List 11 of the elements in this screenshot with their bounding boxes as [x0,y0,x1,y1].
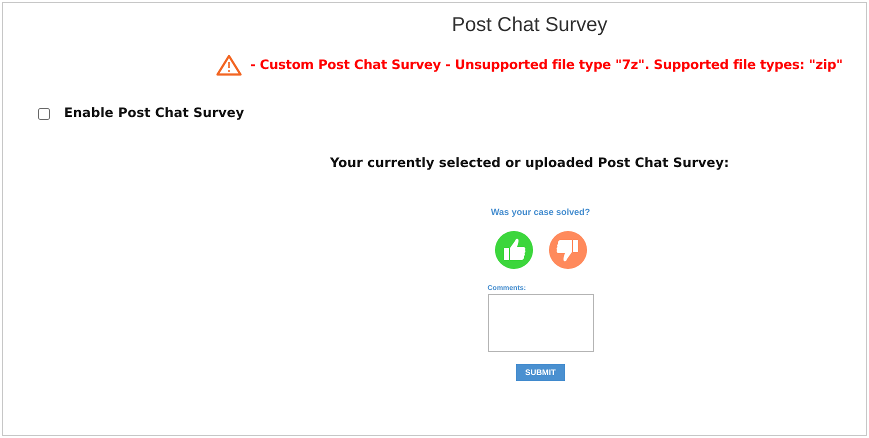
survey-question: Was your case solved? [490,207,590,217]
thumbs-down-icon[interactable] [548,231,586,269]
enable-label: Enable Post Chat Survey [64,106,244,121]
enable-checkbox[interactable] [38,108,50,120]
warning-icon [216,54,242,76]
section-heading: Your currently selected or uploaded Post Chat Survey: [330,156,730,171]
submit-button[interactable]: SUBMIT [516,364,565,381]
thumbs-up-icon[interactable] [494,231,532,269]
error-message: - Custom Post Chat Survey - Unsupported file type "7z". Supported file types: "zip" [250,58,843,72]
page-title: Post Chat Survey [452,14,608,37]
comments-field[interactable] [488,294,594,352]
